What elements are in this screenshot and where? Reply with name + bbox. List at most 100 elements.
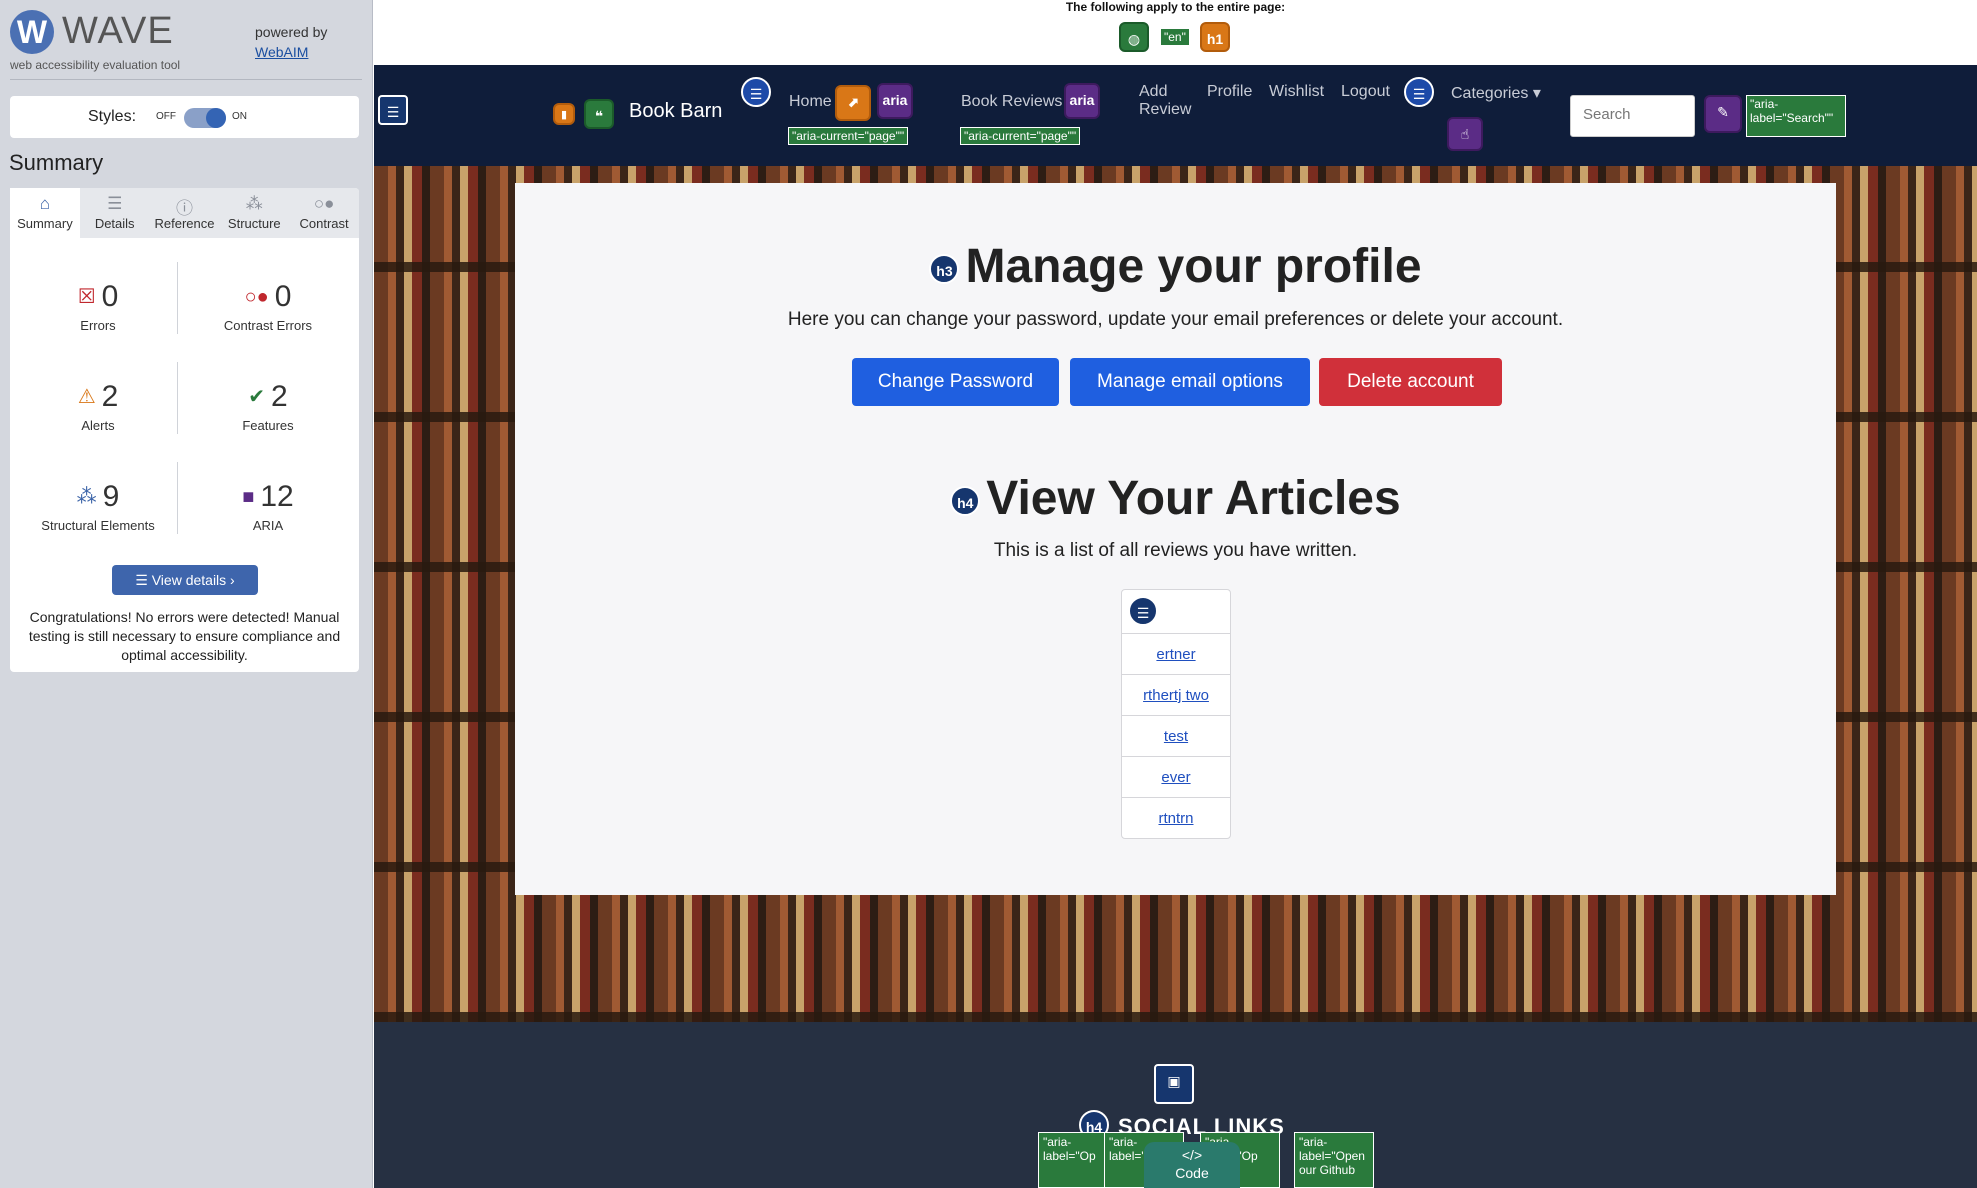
view-details-button[interactable]: ☰ View details ›: [112, 565, 258, 595]
profile-content: h3 Manage your profile Here you can chang…: [515, 183, 1836, 895]
nav-profile[interactable]: Profile: [1207, 83, 1252, 101]
redundant-link-icon[interactable]: ⬈: [835, 85, 871, 121]
home-icon: ⌂: [39, 194, 51, 213]
list-item[interactable]: rtntrn: [1122, 797, 1230, 838]
alert-icon: ⚠: [77, 386, 96, 408]
nav-logout[interactable]: Logout: [1341, 83, 1390, 101]
contrast-error-icon: ○●: [244, 286, 269, 308]
delete-account-button[interactable]: Delete account: [1319, 358, 1502, 406]
stat-errors[interactable]: ☒ 0 Errors: [18, 280, 178, 333]
stat-label: Errors: [80, 318, 116, 333]
error-icon: ☒: [77, 286, 96, 308]
footer: ▣ h4 SOCIAL LINKS "aria-label="Op "aria-…: [374, 1022, 1977, 1188]
wave-header: W WAVE web accessibility evaluation tool…: [10, 0, 362, 80]
list-header: ☰: [1122, 590, 1230, 633]
aria-cube-icon: ■: [242, 486, 255, 508]
h4-icon[interactable]: h4: [950, 486, 981, 516]
aria-button-icon[interactable]: ☝: [1447, 117, 1483, 151]
stat-label: Alerts: [81, 418, 115, 433]
code-toggle-button[interactable]: </> Code: [1144, 1142, 1240, 1188]
tab-details[interactable]: ☰ Details: [80, 188, 150, 238]
list-structure-icon[interactable]: ☰: [1128, 596, 1158, 626]
code-icon: </>: [1181, 1147, 1203, 1163]
feature-check-icon: ✔: [248, 386, 266, 408]
aria-icon[interactable]: aria: [1064, 83, 1100, 119]
wave-tabs: ⌂ Summary ☰ Details ⓘ Reference ⁂ Struct…: [10, 188, 359, 238]
list-structure-icon[interactable]: ☰: [1404, 77, 1434, 107]
h3-icon[interactable]: h3: [929, 254, 960, 284]
footer-landmark-icon[interactable]: ▣: [1154, 1064, 1194, 1104]
stat-value: 9: [102, 480, 120, 513]
brand-link[interactable]: Book Barn: [629, 100, 722, 123]
powered-by-label: powered by: [255, 24, 328, 40]
list-structure-icon[interactable]: ☰: [741, 77, 771, 107]
nav-wishlist[interactable]: Wishlist: [1269, 83, 1324, 101]
stat-label: Features: [242, 418, 294, 433]
stat-contrast-errors[interactable]: ○● 0 Contrast Errors: [188, 280, 348, 333]
nav-book-reviews[interactable]: Book Reviews: [961, 93, 1062, 111]
tab-label: Structure: [227, 216, 281, 231]
lang-tag[interactable]: "en": [1160, 28, 1190, 46]
list-item[interactable]: rthertj two: [1122, 674, 1230, 715]
navbar: ☰ ▮ ❝ Book Barn ☰ Home ⬈ aria "aria-curr…: [374, 65, 1977, 166]
webaim-link[interactable]: WebAIM: [255, 44, 308, 60]
stat-features[interactable]: ✔ 2 Features: [188, 380, 348, 433]
code-label: Code: [1175, 1165, 1209, 1181]
stat-value: 2: [271, 380, 288, 413]
stat-label: Contrast Errors: [223, 318, 313, 333]
tab-structure[interactable]: ⁂ Structure: [219, 188, 289, 238]
list-icon: ☰: [107, 194, 123, 213]
nav-home[interactable]: Home: [789, 93, 832, 111]
change-password-button[interactable]: Change Password: [852, 358, 1059, 406]
summary-panel: ⌂ Summary ☰ Details ⓘ Reference ⁂ Struct…: [10, 188, 359, 672]
page-title: h3 Manage your profile: [515, 239, 1836, 294]
aria-current-tag[interactable]: "aria-current="page"": [788, 127, 909, 145]
tab-label: Details: [94, 216, 135, 231]
summary-heading: Summary: [9, 150, 104, 175]
tab-contrast[interactable]: ○● Contrast: [289, 188, 359, 238]
nav-add-line: Add: [1139, 83, 1168, 100]
page-level-icons: The following apply to the entire page: …: [374, 0, 1977, 65]
nav-categories[interactable]: Categories ▾: [1451, 83, 1541, 103]
styles-label: Styles:: [88, 108, 137, 125]
styles-toggle[interactable]: [184, 108, 226, 128]
styles-on-label: ON: [232, 111, 247, 122]
contrast-icon: ○●: [313, 194, 335, 213]
stat-aria[interactable]: ■ 12 ARIA: [188, 480, 348, 533]
nav-review-line: Review: [1139, 101, 1192, 118]
congrats-message: Congratulations! No errors were detected…: [28, 609, 341, 663]
nav-landmark-icon[interactable]: ☰: [378, 95, 408, 125]
list-item[interactable]: ever: [1122, 756, 1230, 797]
wave-sidebar: W WAVE web accessibility evaluation tool…: [0, 0, 373, 1188]
wave-logo-icon: W: [10, 10, 54, 54]
styles-toggle-box: Styles: OFF ON: [10, 96, 359, 138]
stat-alerts[interactable]: ⚠ 2 Alerts: [18, 380, 178, 433]
categories-label: Categories: [1451, 85, 1529, 102]
stat-structural[interactable]: ⁂ 9 Structural Elements: [18, 480, 178, 533]
list-item[interactable]: test: [1122, 715, 1230, 756]
page-title-text: Manage your profile: [965, 240, 1422, 293]
aria-icon[interactable]: aria: [877, 83, 913, 119]
aria-label-search-tag[interactable]: "aria-label="Search"": [1746, 95, 1846, 137]
tab-summary[interactable]: ⌂ Summary: [10, 188, 80, 238]
info-icon: ⓘ: [175, 199, 193, 218]
chevron-down-icon: ▾: [1532, 85, 1541, 102]
aria-label-tag[interactable]: "aria-label="Open our Github: [1294, 1132, 1374, 1188]
alt-text-icon[interactable]: ❝: [584, 99, 614, 129]
stat-value: 2: [101, 380, 119, 413]
aria-label-icon[interactable]: ✎: [1704, 95, 1742, 133]
globe-icon[interactable]: ◍: [1119, 22, 1149, 52]
list-icon: ☰: [135, 572, 152, 588]
aria-current-tag[interactable]: "aria-current="page"": [960, 127, 1081, 145]
tab-label: Contrast: [299, 216, 349, 231]
wave-title: WAVE: [62, 10, 174, 52]
list-item[interactable]: ertner: [1122, 633, 1230, 674]
manage-email-button[interactable]: Manage email options: [1070, 358, 1310, 406]
h1-alert-icon[interactable]: h1: [1200, 22, 1230, 52]
tab-reference[interactable]: ⓘ Reference: [150, 188, 220, 238]
stat-label: ARIA: [252, 518, 284, 533]
search-input[interactable]: Search: [1570, 95, 1695, 137]
stat-label: Structural Elements: [41, 518, 155, 533]
nav-add-review[interactable]: Add Review: [1139, 83, 1191, 119]
articles-list: ☰ ertner rthertj two test ever rtntrn: [1121, 589, 1231, 839]
